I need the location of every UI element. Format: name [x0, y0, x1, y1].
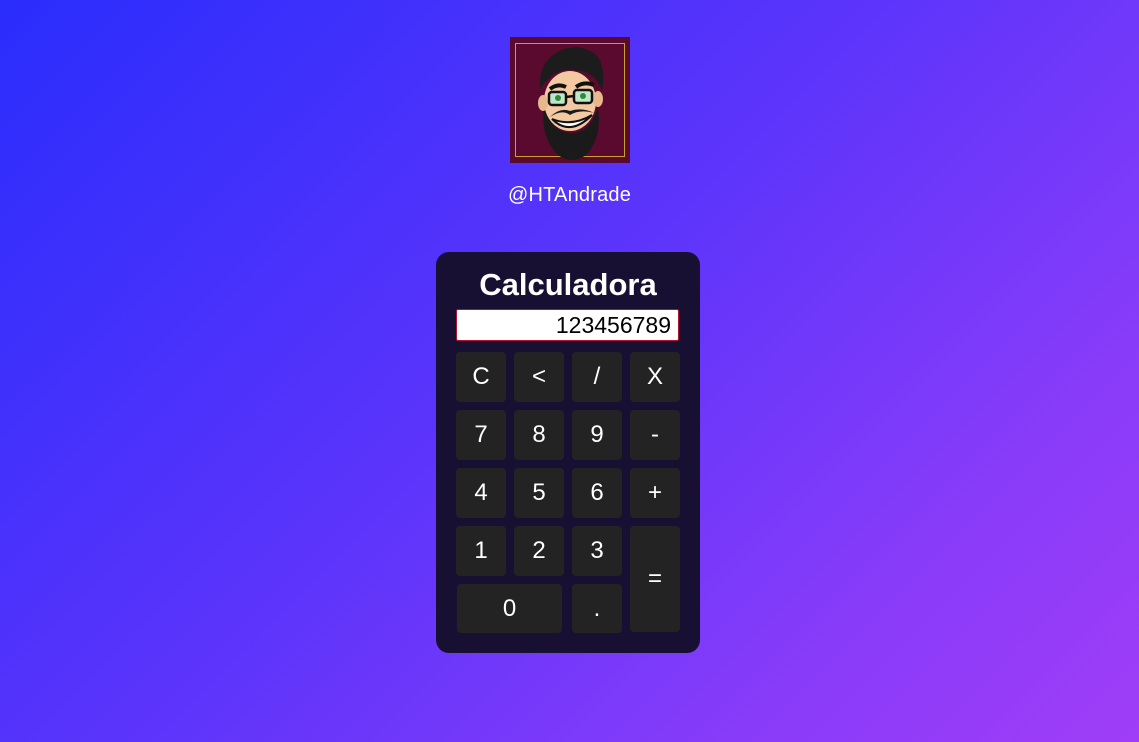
five-button[interactable]: 5	[514, 468, 564, 518]
zero-button[interactable]: 0	[457, 584, 562, 633]
one-button[interactable]: 1	[456, 526, 506, 576]
backspace-button[interactable]: <	[514, 352, 564, 402]
avatar	[509, 37, 630, 163]
four-button[interactable]: 4	[456, 468, 506, 518]
multiply-button[interactable]: X	[630, 352, 680, 402]
equals-button[interactable]: =	[630, 526, 680, 632]
six-button[interactable]: 6	[572, 468, 622, 518]
two-button[interactable]: 2	[514, 526, 564, 576]
username: @HTAndrade	[507, 184, 632, 206]
plus-button[interactable]: +	[630, 468, 680, 518]
clear-button[interactable]: C	[456, 352, 506, 402]
minus-button[interactable]: -	[630, 410, 680, 460]
three-button[interactable]: 3	[572, 526, 622, 576]
eight-button[interactable]: 8	[514, 410, 564, 460]
avatar-illustration	[537, 47, 603, 160]
profile-section: @HTAndrade	[0, 37, 1139, 207]
calculator: Calculadora C < / X 7 8 9 - 4 5 6 + 1 2 …	[436, 252, 700, 653]
seven-button[interactable]: 7	[456, 410, 506, 460]
nine-button[interactable]: 9	[572, 410, 622, 460]
calculator-title: Calculadora	[479, 267, 657, 302]
decimal-button[interactable]: .	[572, 584, 622, 633]
calculator-display[interactable]	[456, 309, 679, 341]
divide-button[interactable]: /	[572, 352, 622, 402]
